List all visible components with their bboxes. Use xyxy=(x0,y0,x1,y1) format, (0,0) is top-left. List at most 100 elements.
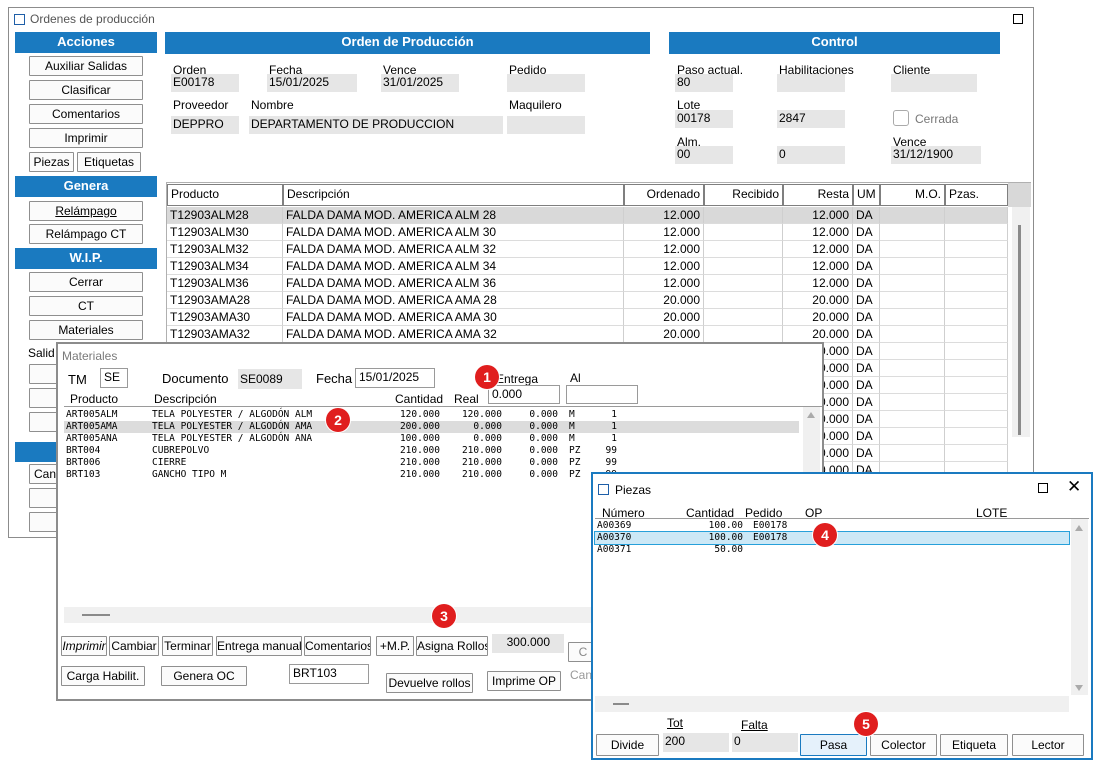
code-field[interactable]: BRT103 xyxy=(289,664,369,684)
fecha-mat-field[interactable]: 15/01/2025 xyxy=(355,368,435,388)
table-cell: DA xyxy=(853,343,880,360)
list-cell: M xyxy=(569,433,575,444)
table-row[interactable]: T12903ALM34 FALDA DAMA MOD. AMERICA ALM 3… xyxy=(167,258,1008,275)
relampago-button[interactable]: Relámpago xyxy=(29,201,143,221)
paso-actual-field[interactable]: 80 xyxy=(675,74,733,92)
scroll-up-icon[interactable] xyxy=(1075,525,1083,531)
total-field[interactable]: 300.000 xyxy=(492,634,564,653)
table-row[interactable]: T12903AMA28 FALDA DAMA MOD. AMERICA AMA 2… xyxy=(167,292,1008,309)
col-ordenado[interactable]: Ordenado xyxy=(624,184,704,206)
falta-field[interactable]: 0 xyxy=(732,733,798,752)
list-cell: PZ xyxy=(569,445,581,456)
etiqueta-button[interactable]: Etiqueta xyxy=(940,734,1008,756)
nombre-field[interactable]: DEPARTAMENTO DE PRODUCCION xyxy=(249,116,503,134)
carga-habilit-button[interactable]: Carga Habilit. xyxy=(61,666,145,686)
cerrar-button[interactable]: Cerrar xyxy=(29,272,143,292)
hidden-button-3[interactable] xyxy=(29,412,59,432)
ct-button[interactable]: CT xyxy=(29,296,143,316)
lector-button[interactable]: Lector xyxy=(1012,734,1084,756)
comentarios-button[interactable]: Comentarios xyxy=(29,104,143,124)
col-resta[interactable]: Resta xyxy=(783,184,853,206)
list-item[interactable]: ART005AMA TELA POLYESTER / ALGODÓN AMA 200… xyxy=(64,421,799,433)
table-cell: T12903AMA32 xyxy=(167,326,283,343)
divide-button[interactable]: Divide xyxy=(596,734,659,756)
auxiliar-salidas-button[interactable]: Auxiliar Salidas xyxy=(29,56,143,76)
entrega-field[interactable]: 0.000 xyxy=(488,385,560,404)
maquilero-field[interactable] xyxy=(507,116,585,134)
piezas-scrollbar[interactable] xyxy=(1071,519,1088,695)
scroll-thumb[interactable] xyxy=(1018,225,1021,435)
relampago-ct-button[interactable]: Relámpago CT xyxy=(29,224,143,244)
table-row[interactable]: T12903ALM36 FALDA DAMA MOD. AMERICA ALM 3… xyxy=(167,275,1008,292)
alm-field[interactable]: 00 xyxy=(675,146,733,164)
table-row[interactable]: T12903ALM32 FALDA DAMA MOD. AMERICA ALM 3… xyxy=(167,241,1008,258)
piezas-button[interactable]: Piezas xyxy=(29,152,74,172)
list-item[interactable]: ART005ALM TELA POLYESTER / ALGODÓN ALM 120… xyxy=(64,409,799,421)
orden-field[interactable]: E00178 xyxy=(171,74,239,92)
scroll-down-icon[interactable] xyxy=(1075,685,1083,691)
wip-header: W.I.P. xyxy=(15,248,157,269)
hidden-button-2[interactable] xyxy=(29,388,59,408)
tm-field[interactable]: SE xyxy=(100,368,128,388)
al-field[interactable] xyxy=(566,385,638,404)
tot-field[interactable]: 200 xyxy=(663,733,729,752)
comentarios-mat-button[interactable]: Comentarios xyxy=(304,636,371,656)
terminar-button[interactable]: Terminar xyxy=(162,636,213,656)
col-pzas[interactable]: Pzas. xyxy=(945,184,1008,206)
list-item[interactable]: BRT006 CIERRE 210.000 210.000 0.000 PZ 99 xyxy=(64,457,799,469)
proveedor-field[interactable]: DEPPRO xyxy=(171,116,239,134)
table-scrollbar[interactable] xyxy=(1012,207,1030,437)
cambiar-button[interactable]: Cambiar xyxy=(109,636,159,656)
habilitaciones-field[interactable] xyxy=(777,74,845,92)
fecha-field[interactable]: 15/01/2025 xyxy=(267,74,357,92)
asigna-rollos-button[interactable]: Asigna Rollos xyxy=(416,636,488,656)
maximize-icon[interactable] xyxy=(1013,14,1023,24)
genera-oc-button[interactable]: Genera OC xyxy=(161,666,247,686)
list-item[interactable]: A00371 50.00 xyxy=(595,544,1069,556)
hidden-button-1[interactable] xyxy=(29,364,59,384)
lote-field[interactable]: 00178 xyxy=(675,110,733,128)
piezas-hscroll[interactable] xyxy=(595,696,1069,712)
hscroll-thumb[interactable] xyxy=(82,614,110,616)
hscroll-thumb[interactable] xyxy=(613,703,629,705)
col-producto[interactable]: Producto xyxy=(167,184,283,206)
pedido-field[interactable] xyxy=(507,74,585,92)
col-mo[interactable]: M.O. xyxy=(880,184,945,206)
clasificar-button[interactable]: Clasificar xyxy=(29,80,143,100)
imprimir-mat-button[interactable]: Imprimir xyxy=(61,636,107,656)
documento-field[interactable]: SE0089 xyxy=(238,369,302,389)
devuelve-rollos-button[interactable]: Devuelve rollos xyxy=(386,673,473,693)
col-descripcion[interactable]: Descripción xyxy=(283,184,624,206)
hidden-button-4[interactable] xyxy=(29,488,59,508)
alm-field-2[interactable]: 0 xyxy=(777,146,845,164)
materiales-button[interactable]: Materiales xyxy=(29,320,143,340)
table-row[interactable]: T12903ALM28 FALDA DAMA MOD. AMERICA ALM 2… xyxy=(167,207,1008,224)
list-item[interactable]: BRT004 CUBREPOLVO 210.000 210.000 0.000 PZ 99 xyxy=(64,445,799,457)
imprimir-button[interactable]: Imprimir xyxy=(29,128,143,148)
scroll-up-icon[interactable] xyxy=(807,412,815,418)
col-um[interactable]: UM xyxy=(853,184,880,206)
list-cell: 210.000 xyxy=(461,457,502,468)
cancel-button-partial[interactable]: Can xyxy=(29,464,59,484)
table-row[interactable]: T12903AMA30 FALDA DAMA MOD. AMERICA AMA 3… xyxy=(167,309,1008,326)
cliente-field[interactable] xyxy=(891,74,977,92)
list-cell: 50.00 xyxy=(714,544,743,555)
maximize-icon[interactable] xyxy=(1038,483,1048,493)
table-row[interactable]: T12903ALM30 FALDA DAMA MOD. AMERICA ALM 3… xyxy=(167,224,1008,241)
vence-field[interactable]: 31/01/2025 xyxy=(381,74,459,92)
pasa-button[interactable]: Pasa xyxy=(800,734,867,756)
imprime-op-button[interactable]: Imprime OP xyxy=(487,671,561,691)
colector-button[interactable]: Colector xyxy=(870,734,937,756)
mas-mp-button[interactable]: +M.P. xyxy=(376,636,414,656)
col-recibido[interactable]: Recibido xyxy=(704,184,783,206)
hidden-button-5[interactable] xyxy=(29,512,59,532)
etiquetas-button[interactable]: Etiquetas xyxy=(77,152,141,172)
close-icon[interactable]: ✕ xyxy=(1067,477,1081,497)
cerrada-checkbox[interactable] xyxy=(893,110,909,126)
list-item[interactable]: ART005ANA TELA POLYESTER / ALGODÓN ANA 100… xyxy=(64,433,799,445)
table-row[interactable]: T12903AMA32 FALDA DAMA MOD. AMERICA AMA 3… xyxy=(167,326,1008,343)
entrega-manual-button[interactable]: Entrega manual xyxy=(216,636,302,656)
vence-control-field[interactable]: 31/12/1900 xyxy=(891,146,981,164)
lote-field-2[interactable]: 2847 xyxy=(777,110,845,128)
step-badge-4: 4 xyxy=(813,523,837,547)
